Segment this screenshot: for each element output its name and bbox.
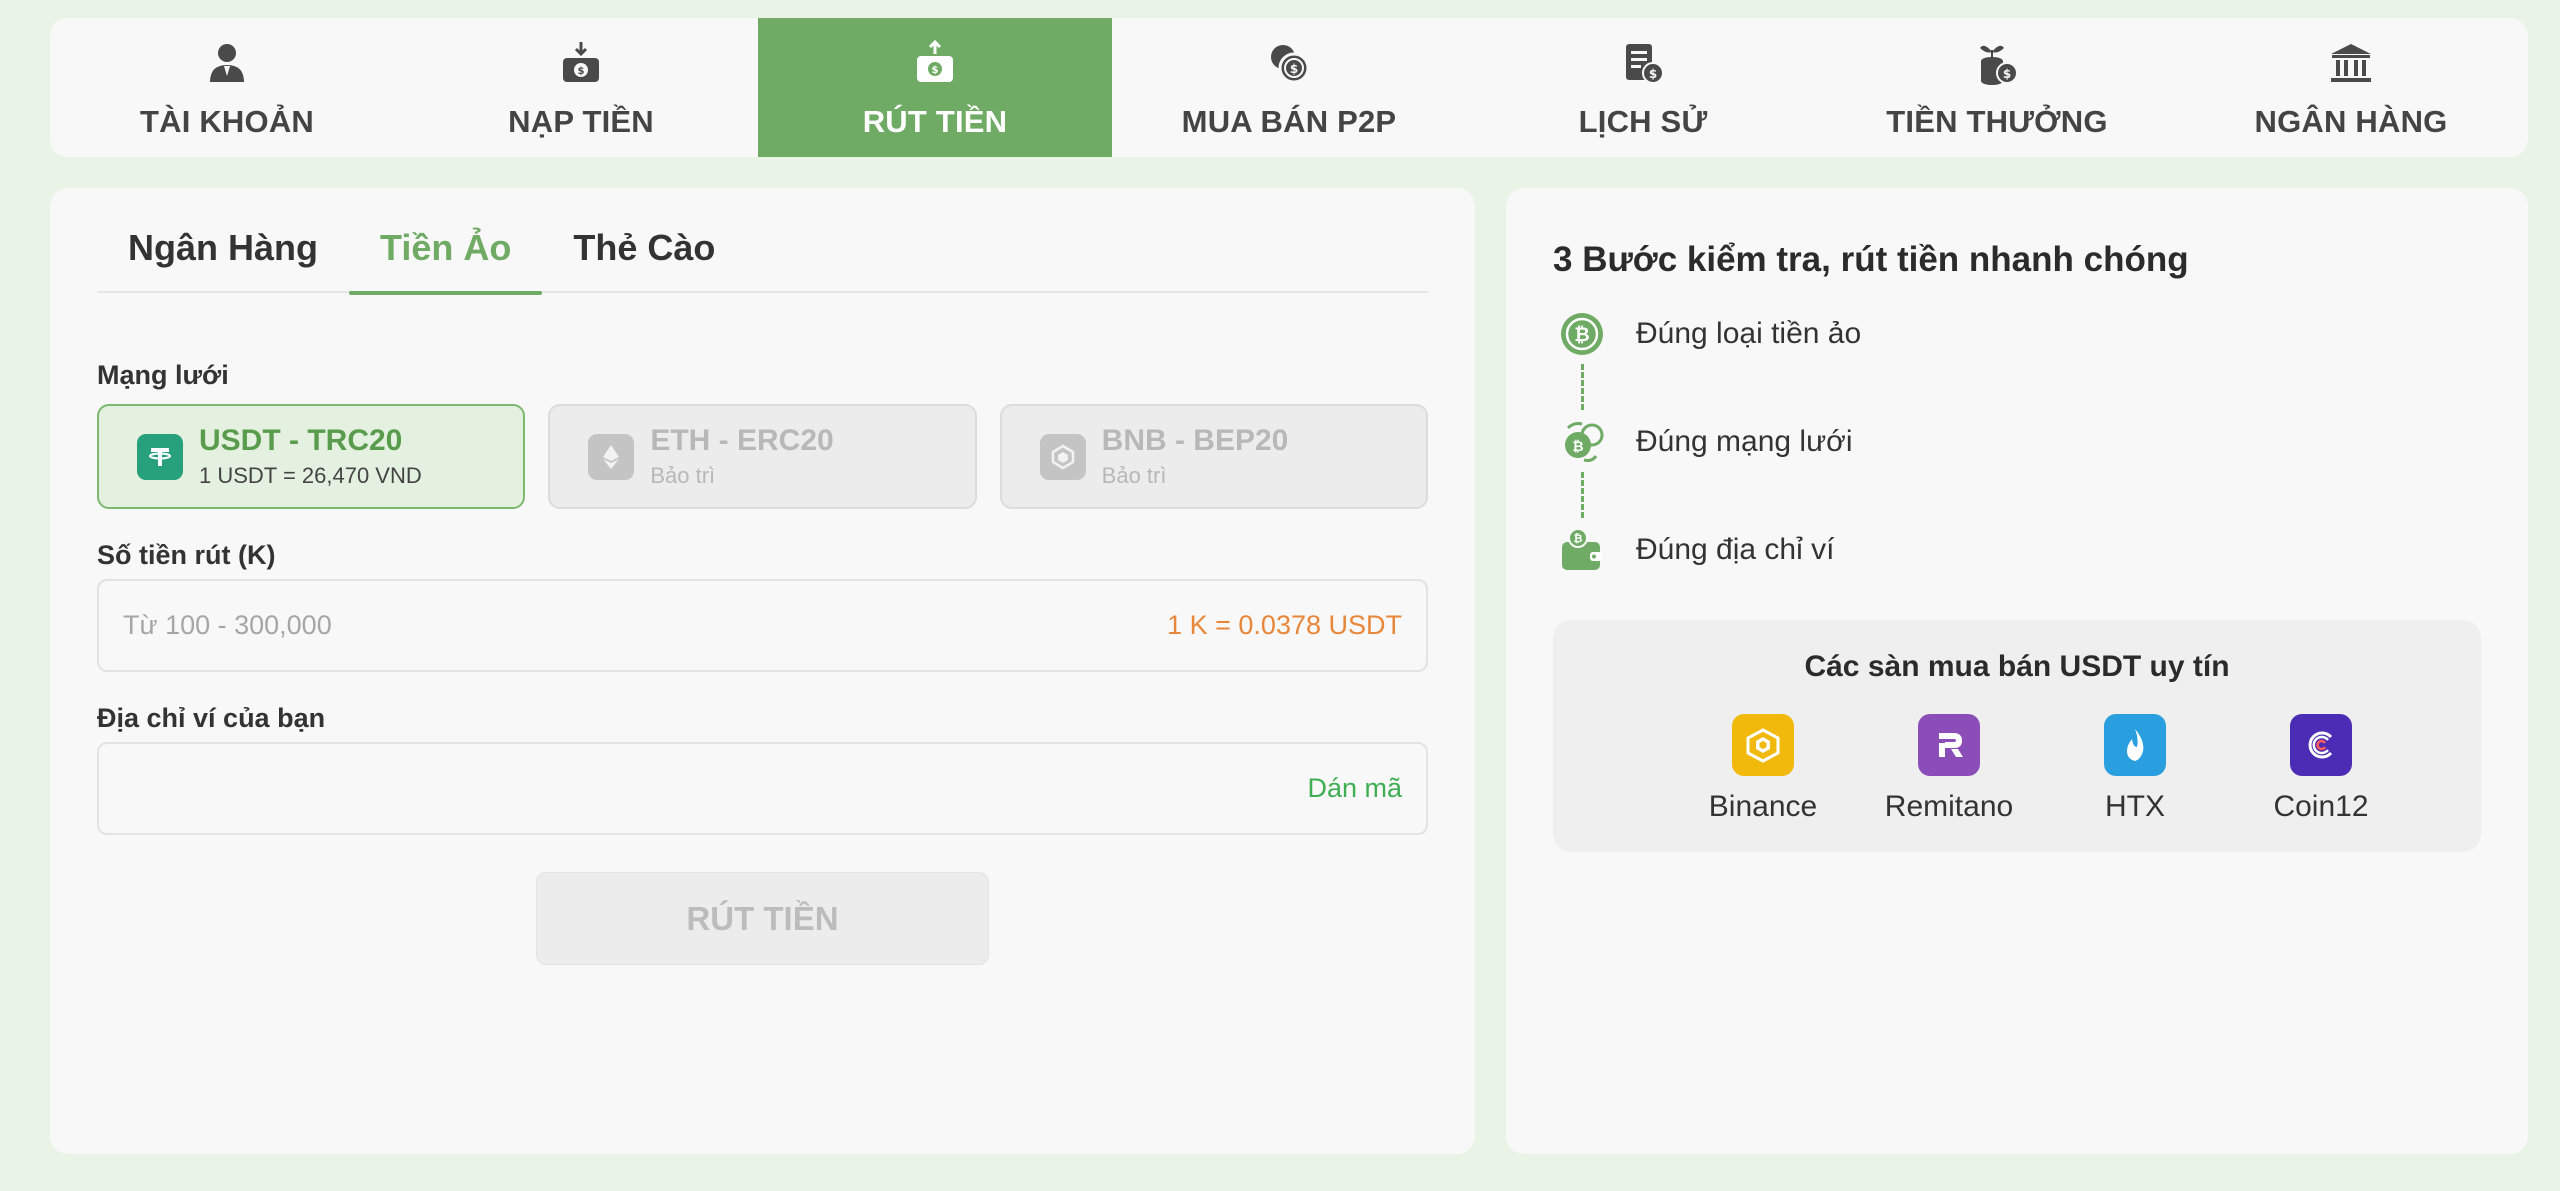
- nav-label: TÀI KHOẢN: [139, 104, 314, 139]
- nav-item-withdraw[interactable]: $ RÚT TIỀN: [758, 18, 1112, 157]
- deposit-icon: $: [563, 42, 599, 82]
- network-label: Mạng lưới: [97, 360, 229, 390]
- network-rate: 1 USDT = 26,470 VND: [199, 463, 422, 488]
- exchange-binance[interactable]: Binance: [1670, 714, 1856, 824]
- exchanges-title: Các sàn mua bán USDT uy tín: [1804, 650, 2230, 683]
- bank-icon: [2331, 44, 2371, 82]
- nav-item-history[interactable]: $ LỊCH SỬ: [1466, 18, 1820, 157]
- step-connector: [1581, 472, 1584, 518]
- history-icon: $: [1626, 44, 1664, 84]
- network-name: USDT - TRC20: [199, 424, 403, 457]
- exchange-name: HTX: [2105, 790, 2165, 823]
- bnb-icon: [1039, 433, 1086, 480]
- svg-text:$: $: [2003, 67, 2011, 81]
- step-item: ₿ Đúng mạng lưới: [1558, 418, 1853, 466]
- network-options: USDT - TRC20 1 USDT = 26,470 VND ETH - E…: [97, 404, 1428, 509]
- step-label: Đúng địa chỉ ví: [1636, 533, 1835, 566]
- network-option-usdt-trc20[interactable]: USDT - TRC20 1 USDT = 26,470 VND: [97, 404, 526, 509]
- bitcoin-icon: ₿: [1561, 313, 1603, 355]
- svg-text:$: $: [578, 66, 585, 77]
- withdraw-form-panel: Ngân Hàng Tiền Ảo Thẻ Cào Mạng lưới USDT…: [50, 188, 1475, 1154]
- exchange-name: Coin12: [2273, 790, 2369, 823]
- svg-text:$: $: [1649, 67, 1657, 81]
- tether-icon: [137, 433, 183, 480]
- main-nav: TÀI KHOẢN $ NẠP TIỀN $ RÚT TIỀN $ MUA BÁ…: [50, 18, 2528, 157]
- wallet-address-field: Dán mã: [97, 742, 1428, 835]
- nav-item-bank[interactable]: NGÂN HÀNG: [2174, 18, 2528, 157]
- network-name: BNB - BEP20: [1101, 424, 1289, 457]
- step-item: ₿ Đúng loại tiền ảo: [1558, 310, 1861, 358]
- amount-label: Số tiền rút (K): [97, 540, 276, 570]
- withdraw-icon: $: [917, 39, 953, 82]
- step-item: ₿ Đúng địa chỉ ví: [1558, 526, 1834, 574]
- withdraw-method-tabs: Ngân Hàng Tiền Ảo Thẻ Cào: [97, 228, 1428, 295]
- network-option-bnb-bep20[interactable]: BNB - BEP20 Bảo trì: [999, 404, 1428, 509]
- network-name: ETH - ERC20: [650, 424, 834, 457]
- svg-text:$: $: [932, 65, 939, 76]
- tab-bank[interactable]: Ngân Hàng: [97, 228, 349, 293]
- svg-text:₿: ₿: [1574, 324, 1589, 346]
- nav-label: RÚT TIỀN: [862, 104, 1008, 139]
- account-icon: [210, 44, 244, 82]
- nav-item-deposit[interactable]: $ NẠP TIỀN: [404, 18, 758, 157]
- nav-label: MUA BÁN P2P: [1181, 104, 1397, 139]
- nav-label: NẠP TIỀN: [508, 104, 654, 139]
- paste-button[interactable]: Dán mã: [1307, 773, 1402, 804]
- network-status: Bảo trì: [1101, 463, 1167, 488]
- tab-scratch-card[interactable]: Thẻ Cào: [542, 228, 746, 293]
- exchange-coin12[interactable]: Coin12: [2228, 714, 2414, 824]
- tab-crypto[interactable]: Tiền Ảo: [349, 228, 543, 295]
- exchange-name: Remitano: [1884, 790, 2014, 823]
- svg-text:₿: ₿: [1574, 532, 1583, 545]
- step-connector: [1581, 364, 1584, 410]
- nav-item-account[interactable]: TÀI KHOẢN: [50, 18, 404, 157]
- nav-label: TIỀN THƯỞNG: [1886, 104, 2108, 139]
- htx-icon: [2104, 714, 2166, 776]
- conversion-rate: 1 K = 0.0378 USDT: [1167, 610, 1402, 640]
- step-label: Đúng loại tiền ảo: [1636, 317, 1862, 350]
- amount-input[interactable]: [123, 610, 1168, 641]
- remitano-icon: [1918, 714, 1980, 776]
- trusted-exchanges: Các sàn mua bán USDT uy tín Binance Remi…: [1553, 620, 2481, 852]
- exchange-name: Binance: [1708, 790, 1818, 823]
- network-exchange-icon: ₿: [1565, 422, 1604, 462]
- wallet-address-label: Địa chỉ ví của bạn: [97, 703, 326, 733]
- guide-panel: 3 Bước kiểm tra, rút tiền nhanh chóng ₿ …: [1506, 188, 2528, 1154]
- ethereum-icon: [588, 433, 635, 480]
- nav-item-p2p[interactable]: $ MUA BÁN P2P: [1112, 18, 1466, 157]
- binance-icon: [1732, 714, 1794, 776]
- svg-text:$: $: [1290, 62, 1298, 76]
- step-label: Đúng mạng lưới: [1636, 425, 1853, 458]
- exchange-remitano[interactable]: Remitano: [1856, 714, 2042, 824]
- coin12-icon: [2290, 714, 2352, 776]
- withdraw-submit-button[interactable]: RÚT TIỀN: [536, 872, 989, 965]
- network-option-eth-erc20[interactable]: ETH - ERC20 Bảo trì: [548, 404, 977, 509]
- svg-text:₿: ₿: [1572, 439, 1583, 455]
- wallet-icon: ₿: [1562, 528, 1602, 570]
- bonus-icon: $: [1980, 45, 2018, 85]
- wallet-address-input[interactable]: [123, 773, 1308, 804]
- nav-label: NGÂN HÀNG: [2254, 104, 2448, 139]
- p2p-coins-icon: $: [1271, 45, 1310, 84]
- nav-label: LỊCH SỬ: [1578, 104, 1708, 139]
- amount-field: 1 K = 0.0378 USDT: [97, 579, 1428, 672]
- network-status: Bảo trì: [650, 463, 716, 488]
- exchange-htx[interactable]: HTX: [2042, 714, 2228, 824]
- nav-item-bonus[interactable]: $ TIỀN THƯỞNG: [1820, 18, 2174, 157]
- guide-title: 3 Bước kiểm tra, rút tiền nhanh chóng: [1553, 240, 2189, 279]
